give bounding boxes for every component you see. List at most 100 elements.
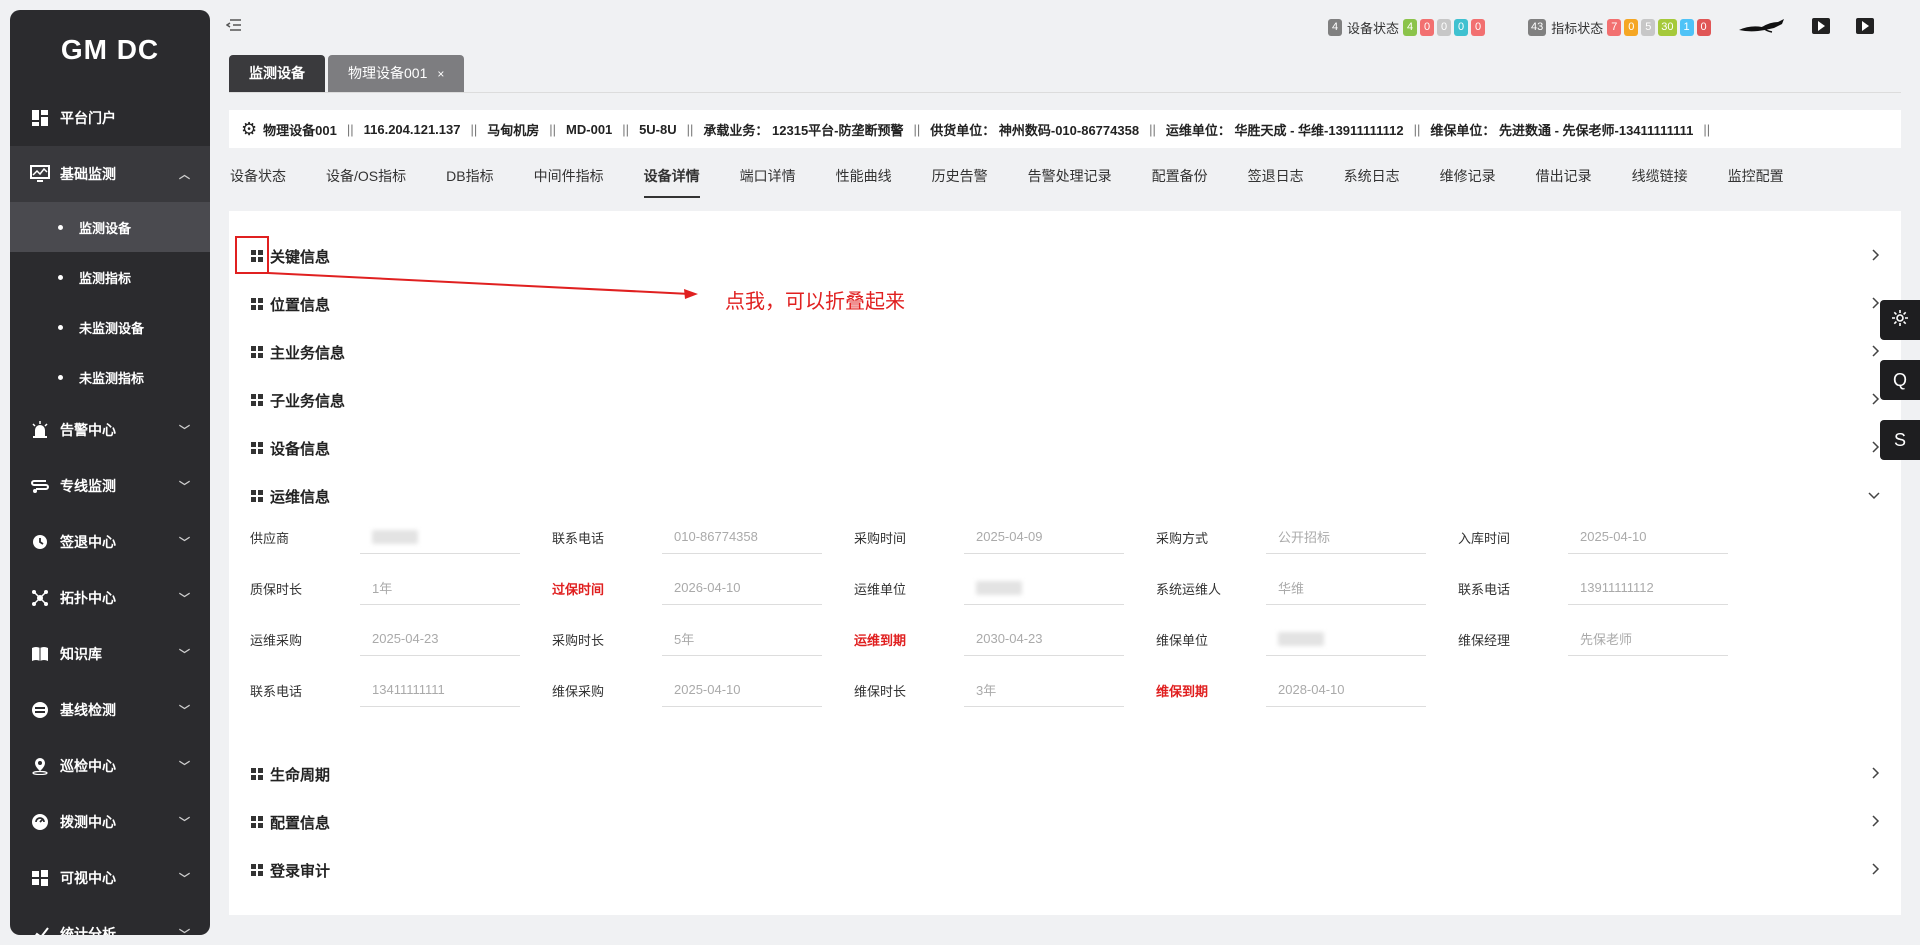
section-header[interactable]: 运维信息 bbox=[251, 481, 1881, 511]
subtab-item[interactable]: 监控配置 bbox=[1728, 166, 1784, 198]
field-value[interactable]: 华维 bbox=[1266, 571, 1426, 605]
tab-physical-device[interactable]: 物理设备001 × bbox=[328, 55, 465, 92]
field-value[interactable]: 先保老师 bbox=[1568, 622, 1728, 656]
subtab-item[interactable]: 告警处理记录 bbox=[1028, 166, 1112, 198]
sidebar-item-dial-center[interactable]: 拨测中心 ﹀ bbox=[10, 794, 210, 850]
subtab-item[interactable]: 设备/OS指标 bbox=[326, 166, 406, 198]
field-label: 运维到期 bbox=[854, 632, 907, 648]
sidebar-item-label: 拓扑中心 bbox=[60, 590, 116, 606]
sidebar-subitem-unmonitored-indicators[interactable]: 未监测指标 bbox=[10, 352, 210, 402]
subtab-item[interactable]: 配置备份 bbox=[1152, 166, 1208, 198]
info-separator: || bbox=[622, 121, 630, 137]
field-value[interactable]: 2030-04-23 bbox=[964, 622, 1124, 656]
field-value[interactable]: 2026-04-10 bbox=[662, 571, 822, 605]
settings-float-button[interactable] bbox=[1880, 300, 1920, 340]
field-value[interactable]: 5年 bbox=[662, 622, 822, 656]
sidebar-item-baseline-check[interactable]: 基线检测 ﹀ bbox=[10, 682, 210, 738]
chevron-down-icon[interactable] bbox=[1867, 488, 1881, 504]
subtab-item[interactable]: 中间件指标 bbox=[534, 166, 604, 198]
chevron-right-icon[interactable] bbox=[1871, 248, 1881, 265]
sidebar-item-alarm-center[interactable]: 告警中心 ﹀ bbox=[10, 402, 210, 458]
tab-monitored-devices[interactable]: 监测设备 bbox=[229, 55, 325, 92]
status-badge: 0 bbox=[1454, 19, 1469, 36]
q-float-button[interactable]: Q bbox=[1880, 360, 1920, 400]
ops-field: 入库时间 2025-04-10 bbox=[1458, 520, 1728, 554]
sidebar-item-topology-center[interactable]: 拓扑中心 ﹀ bbox=[10, 570, 210, 626]
subtab-item[interactable]: 设备详情 bbox=[643, 166, 700, 198]
chevron-right-icon[interactable] bbox=[1871, 814, 1881, 831]
page-tabs: 监测设备 物理设备001 × bbox=[229, 55, 465, 92]
sidebar-item-label: 专线监测 bbox=[60, 478, 116, 494]
sidebar-subitem-unmonitored-devices[interactable]: 未监测设备 bbox=[10, 302, 210, 352]
s-float-button[interactable]: S bbox=[1880, 420, 1920, 460]
grid-icon[interactable] bbox=[251, 864, 263, 876]
chevron-right-icon[interactable] bbox=[1871, 862, 1881, 879]
sidebar-subitem-monitored-devices[interactable]: 监测设备 bbox=[10, 202, 210, 252]
grid-icon[interactable] bbox=[251, 816, 263, 828]
subtab-item[interactable]: 线缆链接 bbox=[1632, 166, 1688, 198]
section-header[interactable]: 位置信息 bbox=[251, 289, 1881, 319]
subtab-item[interactable]: 设备状态 bbox=[230, 166, 286, 198]
subtab-item[interactable]: 端口详情 bbox=[740, 166, 796, 198]
grid-icon[interactable] bbox=[251, 346, 263, 358]
sidebar-item-signout-center[interactable]: 签退中心 ﹀ bbox=[10, 514, 210, 570]
book-icon bbox=[30, 644, 50, 664]
section-header[interactable]: 关键信息 bbox=[251, 241, 1881, 271]
grid-icon[interactable] bbox=[251, 298, 263, 310]
subtab-item[interactable]: 维修记录 bbox=[1440, 166, 1496, 198]
grid-icon[interactable] bbox=[251, 768, 263, 780]
field-value[interactable] bbox=[360, 520, 520, 554]
sidebar-item-knowledge-base[interactable]: 知识库 ﹀ bbox=[10, 626, 210, 682]
device-status-group[interactable]: 4 设备状态 4 0 0 0 0 bbox=[1328, 18, 1488, 37]
close-icon[interactable]: × bbox=[437, 67, 444, 81]
field-value[interactable] bbox=[1266, 622, 1426, 656]
field-value[interactable]: 2025-04-23 bbox=[360, 622, 520, 656]
field-value[interactable]: 010-86774358 bbox=[662, 520, 822, 554]
sidebar-item-visual-center[interactable]: 可视中心 ﹀ bbox=[10, 850, 210, 906]
sidebar-item-stats-analysis[interactable]: 统计分析 ﹀ bbox=[10, 906, 210, 935]
chevron-right-icon[interactable] bbox=[1871, 766, 1881, 783]
subtab-item[interactable]: 签退日志 bbox=[1248, 166, 1304, 198]
subtab-item[interactable]: 系统日志 bbox=[1344, 166, 1400, 198]
field-value[interactable]: 13411111111 bbox=[360, 673, 520, 707]
sidebar-item-inspection-center[interactable]: 巡检中心 ﹀ bbox=[10, 738, 210, 794]
field-value[interactable]: 2025-04-10 bbox=[1568, 520, 1728, 554]
grid-icon[interactable] bbox=[251, 442, 263, 454]
field-value-text: 3年 bbox=[976, 683, 997, 698]
field-value[interactable]: 1年 bbox=[360, 571, 520, 605]
sidebar-subitem-monitored-indicators[interactable]: 监测指标 bbox=[10, 252, 210, 302]
field-value[interactable]: 公开招标 bbox=[1266, 520, 1426, 554]
section-header[interactable]: 配置信息 bbox=[251, 807, 1881, 837]
topology-icon bbox=[30, 588, 50, 608]
grid-icon[interactable] bbox=[251, 394, 263, 406]
section-header[interactable]: 设备信息 bbox=[251, 433, 1881, 463]
section-header[interactable]: 登录审计 bbox=[251, 855, 1881, 885]
field-value[interactable]: 2028-04-10 bbox=[1266, 673, 1426, 707]
indicator-status-group[interactable]: 43 指标状态 7 0 5 30 1 0 bbox=[1528, 18, 1714, 37]
sidebar-item-basic-monitor[interactable]: 基础监测 ︿ bbox=[10, 146, 210, 202]
grid-icon[interactable] bbox=[251, 490, 263, 502]
field-value[interactable]: 2025-04-09 bbox=[964, 520, 1124, 554]
subtab-item[interactable]: 借出记录 bbox=[1536, 166, 1592, 198]
field-value[interactable]: 13911111112 bbox=[1568, 571, 1728, 605]
video-play-icon[interactable] bbox=[1856, 18, 1874, 34]
sidebar-item-portal[interactable]: 平台门户 bbox=[10, 90, 210, 146]
section-header[interactable]: 子业务信息 bbox=[251, 385, 1881, 415]
menu-collapse-icon[interactable] bbox=[225, 18, 242, 37]
subtab-item[interactable]: 性能曲线 bbox=[836, 166, 892, 198]
field-value-text: 华维 bbox=[1278, 581, 1305, 596]
section-header[interactable]: 生命周期 bbox=[251, 759, 1881, 789]
section-header[interactable]: 主业务信息 bbox=[251, 337, 1881, 367]
ops-field: 采购时间 2025-04-09 bbox=[854, 520, 1124, 554]
field-value[interactable]: 3年 bbox=[964, 673, 1124, 707]
subtab-item[interactable]: 历史告警 bbox=[932, 166, 988, 198]
ops-field: 过保时间 2026-04-10 bbox=[552, 571, 822, 605]
field-label: 维保单位 bbox=[1156, 632, 1209, 648]
subtab-item[interactable]: DB指标 bbox=[446, 166, 493, 198]
field-value[interactable]: 2025-04-10 bbox=[662, 673, 822, 707]
video-play-icon[interactable] bbox=[1812, 18, 1830, 34]
sidebar-item-line-monitor[interactable]: 专线监测 ﹀ bbox=[10, 458, 210, 514]
chevron-right-icon[interactable] bbox=[1871, 344, 1881, 361]
chart-icon bbox=[30, 924, 50, 935]
field-value[interactable] bbox=[964, 571, 1124, 605]
